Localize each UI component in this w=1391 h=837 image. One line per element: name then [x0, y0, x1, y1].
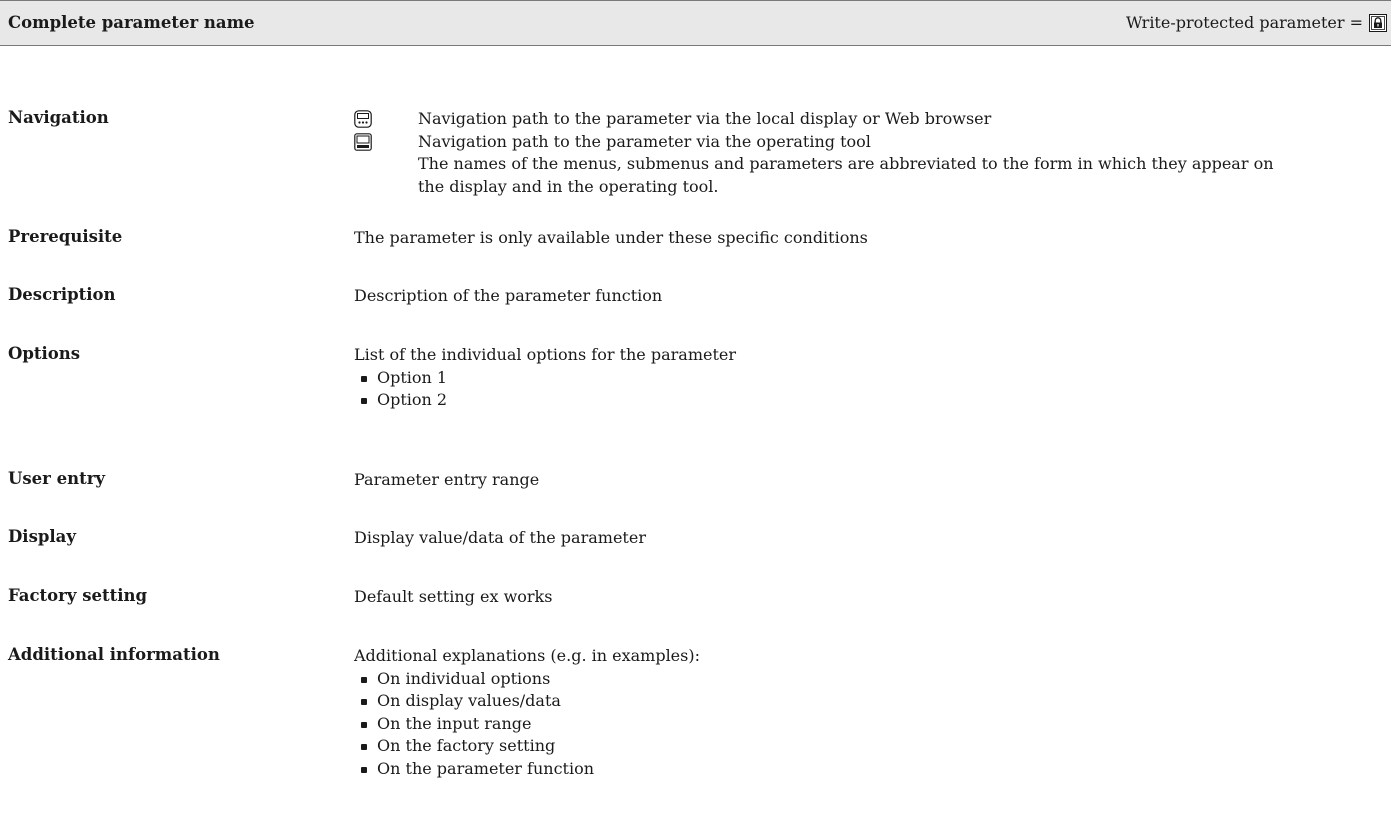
local-display-icon	[354, 110, 372, 128]
navigation-content: Navigation path to the parameter via the…	[354, 108, 1388, 198]
additional-information-intro: Additional explanations (e.g. in example…	[354, 646, 700, 665]
page-title: Complete parameter name	[8, 13, 255, 32]
operating-tool-icon	[354, 132, 372, 151]
user-entry-text: Parameter entry range	[354, 470, 540, 489]
list-item: On individual options	[354, 668, 1388, 691]
list-item: Option 2	[354, 389, 1388, 412]
list-item: Option 1	[354, 367, 1388, 390]
description-text: Description of the parameter function	[354, 286, 663, 305]
options-intro: List of the individual options for the p…	[354, 345, 737, 364]
write-protected-indicator: Write-protected parameter =	[1126, 13, 1387, 32]
local-display-path-text: Navigation path to the parameter via the…	[418, 109, 992, 128]
parameter-header: Complete parameter name Write-protected …	[0, 0, 1391, 46]
list-item: On the input range	[354, 713, 1388, 736]
display-label: Display	[8, 527, 76, 546]
options-list: Option 1 Option 2	[354, 367, 1388, 412]
navigation-note: The names of the menus, submenus and par…	[418, 153, 1388, 198]
prerequisite-label: Prerequisite	[8, 227, 123, 246]
additional-information-list: On individual options On display values/…	[354, 668, 1388, 781]
prerequisite-text: The parameter is only available under th…	[354, 228, 868, 247]
lock-icon	[1369, 13, 1387, 32]
navigation-note-line-1: The names of the menus, submenus and par…	[418, 154, 1274, 173]
factory-setting-label: Factory setting	[8, 586, 148, 605]
options-label: Options	[8, 344, 81, 363]
navigation-note-line-2: the display and in the operating tool.	[418, 176, 719, 196]
additional-information-content: Additional explanations (e.g. in example…	[354, 645, 1388, 780]
additional-information-label: Additional information	[8, 645, 220, 664]
list-item: On display values/data	[354, 690, 1388, 713]
list-item: On the parameter function	[354, 758, 1388, 781]
user-entry-label: User entry	[8, 469, 106, 488]
operating-tool-path-text: Navigation path to the parameter via the…	[418, 131, 871, 151]
list-item: On the factory setting	[354, 735, 1388, 758]
navigation-label: Navigation	[8, 108, 109, 127]
description-label: Description	[8, 285, 116, 304]
write-protected-label: Write-protected parameter =	[1125, 13, 1363, 32]
local-display-path-line: Navigation path to the parameter via the…	[354, 108, 1388, 131]
display-text: Display value/data of the parameter	[354, 528, 646, 547]
factory-setting-text: Default setting ex works	[354, 587, 553, 606]
operating-tool-path-line: Navigation path to the parameter via the…	[354, 131, 1388, 154]
options-content: List of the individual options for the p…	[354, 344, 1388, 412]
